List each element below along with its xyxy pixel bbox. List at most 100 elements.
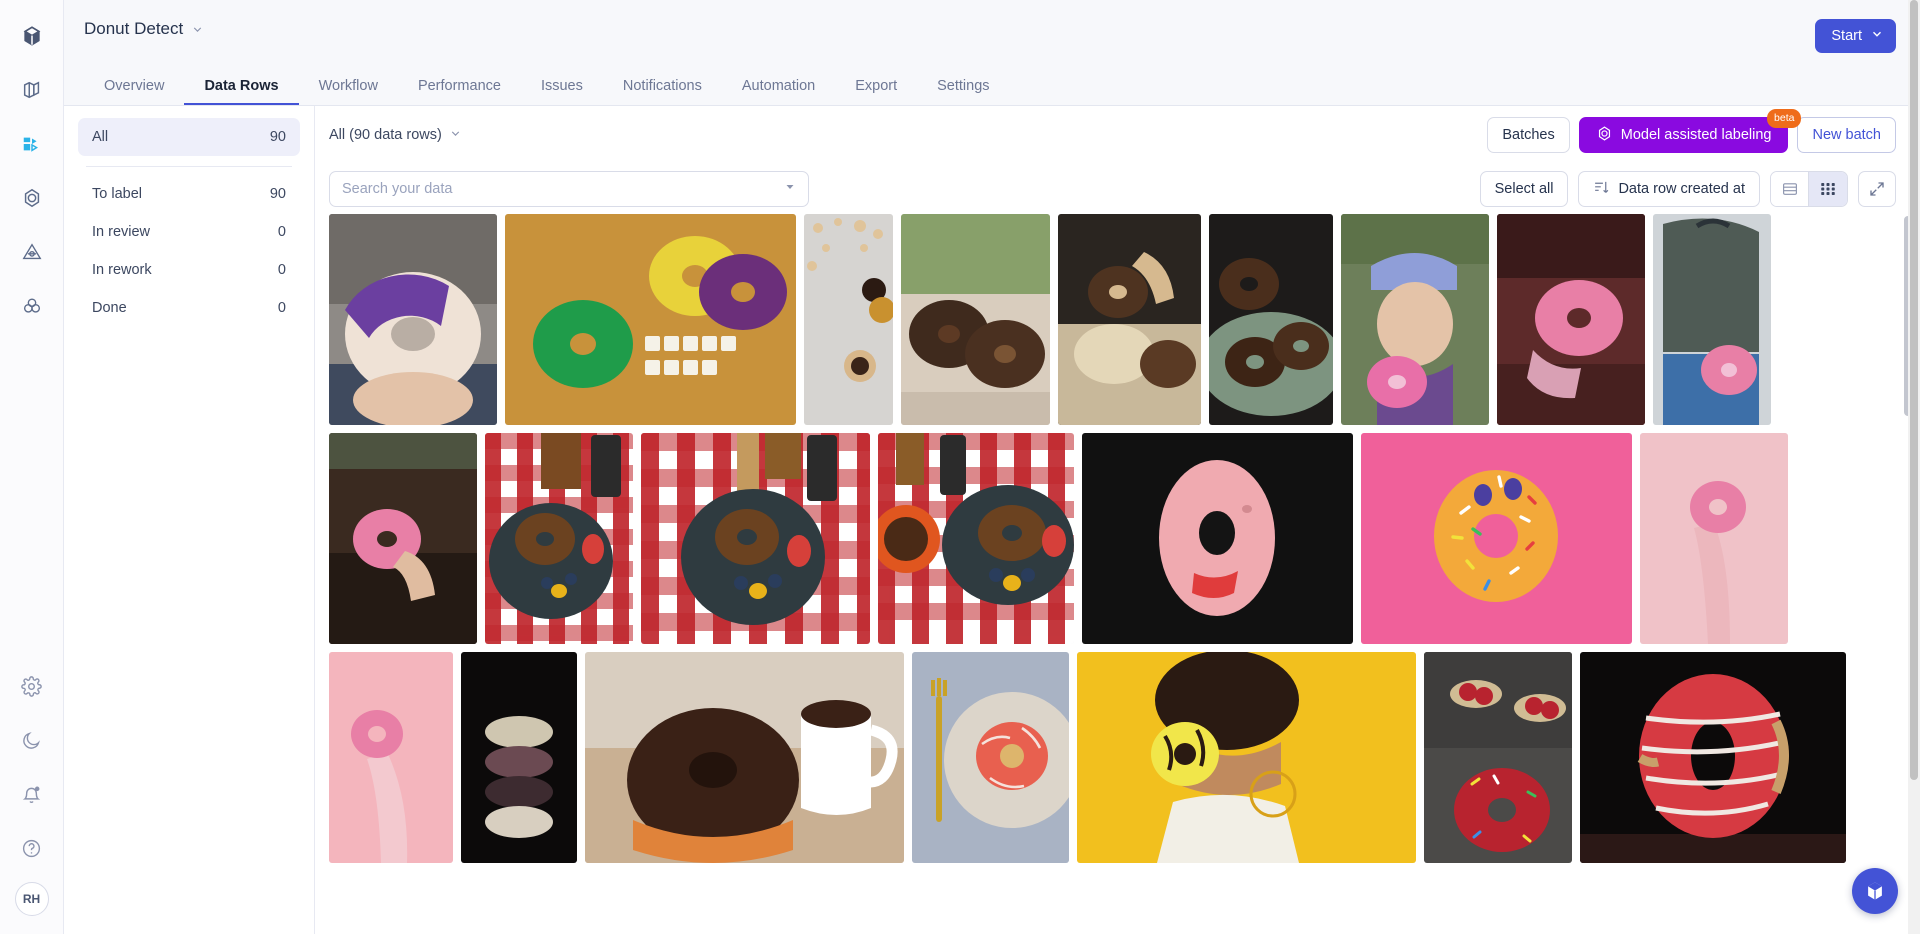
toolbar-primary: All (90 data rows) Batches Model assiste… [315, 106, 1920, 164]
filter-item-done[interactable]: Done 0 [78, 289, 300, 327]
model-assisted-labeling-label: Model assisted labeling [1620, 127, 1772, 143]
data-row-thumbnail[interactable] [641, 433, 870, 644]
cube-logo-icon[interactable] [12, 16, 52, 56]
app-header: Donut Detect Start [64, 0, 1920, 68]
page-scrollbar[interactable] [1908, 0, 1920, 934]
project-selector[interactable]: Donut Detect [80, 0, 204, 58]
tab-bar: Overview Data Rows Workflow Performance … [64, 68, 1920, 106]
filter-label: All [92, 129, 109, 145]
data-row-thumbnail[interactable] [461, 652, 577, 863]
filter-label: In rework [92, 262, 152, 278]
avatar[interactable]: RH [14, 882, 49, 916]
toolbar-secondary: Select all Data row created at [315, 164, 1920, 214]
filter-count: 90 [269, 129, 286, 145]
data-row-thumbnail[interactable] [329, 214, 497, 425]
data-row-thumbnail[interactable] [1082, 433, 1353, 644]
data-row-thumbnail[interactable] [505, 214, 796, 425]
view-toggle-group [1770, 171, 1848, 207]
filter-label: To label [92, 186, 142, 202]
tab-export[interactable]: Export [835, 68, 917, 105]
main-column: Donut Detect Start Overview Data Rows Wo… [64, 0, 1920, 934]
diagnostics-icon[interactable] [12, 232, 52, 272]
help-widget-button[interactable] [1852, 868, 1898, 914]
expand-icon[interactable] [1858, 171, 1896, 207]
tab-automation[interactable]: Automation [722, 68, 835, 105]
data-row-thumbnail[interactable] [329, 652, 453, 863]
grid-row [329, 214, 1894, 425]
help-circle-icon[interactable] [12, 828, 52, 868]
filter-count: 90 [269, 186, 286, 202]
filter-count: 0 [277, 224, 286, 240]
left-rail: RH [0, 0, 64, 934]
data-row-thumbnail[interactable] [1424, 652, 1572, 863]
data-row-thumbnail[interactable] [804, 214, 893, 425]
data-row-thumbnail[interactable] [1058, 214, 1201, 425]
filter-count: 0 [277, 262, 286, 278]
tab-overview[interactable]: Overview [84, 68, 184, 105]
grid-row [329, 652, 1894, 863]
filter-sidebar: All 90 To label 90 In review 0 In rework… [64, 106, 315, 934]
data-row-thumbnail[interactable] [485, 433, 633, 644]
page-body: All 90 To label 90 In review 0 In rework… [64, 106, 1920, 934]
data-row-thumbnail[interactable] [1580, 652, 1846, 863]
data-row-thumbnail[interactable] [1640, 433, 1788, 644]
data-row-thumbnail[interactable] [1077, 652, 1416, 863]
chevron-down-icon [1870, 27, 1884, 45]
tab-performance[interactable]: Performance [398, 68, 521, 105]
tab-settings[interactable]: Settings [917, 68, 1009, 105]
data-row-thumbnail[interactable] [1361, 433, 1632, 644]
data-rows-selector-label: All (90 data rows) [329, 127, 442, 143]
new-batch-button[interactable]: New batch [1797, 117, 1896, 153]
filter-label: Done [92, 300, 127, 316]
data-rows-grid-wrapper [315, 214, 1920, 934]
tab-workflow[interactable]: Workflow [299, 68, 398, 105]
filter-count: 0 [277, 300, 286, 316]
model-icon[interactable] [12, 178, 52, 218]
filter-item-in-review[interactable]: In review 0 [78, 213, 300, 251]
tab-issues[interactable]: Issues [521, 68, 603, 105]
data-row-thumbnail[interactable] [878, 433, 1074, 644]
data-row-thumbnail[interactable] [585, 652, 904, 863]
page-title: Donut Detect [84, 19, 184, 38]
search-input[interactable] [342, 181, 778, 197]
page-scrollbar-thumb[interactable] [1910, 0, 1918, 780]
sort-button-label: Data row created at [1618, 181, 1745, 197]
filter-item-all[interactable]: All 90 [78, 118, 300, 156]
start-button[interactable]: Start [1815, 19, 1896, 53]
gear-icon[interactable] [12, 666, 52, 706]
search-field[interactable] [329, 171, 809, 207]
bell-icon[interactable] [12, 774, 52, 814]
chevron-down-icon [449, 127, 462, 144]
chevron-down-icon [191, 23, 204, 36]
annotate-icon[interactable] [12, 124, 52, 164]
grid-view-icon[interactable] [1809, 172, 1847, 206]
model-icon [1596, 125, 1613, 146]
chevron-down-icon[interactable] [784, 180, 796, 198]
grid-row [329, 433, 1894, 644]
moon-icon[interactable] [12, 720, 52, 760]
filter-item-to-label[interactable]: To label 90 [78, 175, 300, 213]
status-badge: beta [1767, 109, 1802, 128]
data-rows-content: All (90 data rows) Batches Model assiste… [315, 106, 1920, 934]
tab-data-rows[interactable]: Data Rows [184, 68, 299, 105]
data-rows-grid [329, 214, 1920, 863]
list-view-icon[interactable] [1771, 172, 1809, 206]
divider [86, 166, 292, 167]
data-row-thumbnail[interactable] [329, 433, 477, 644]
filter-label: In review [92, 224, 151, 240]
data-row-thumbnail[interactable] [1209, 214, 1333, 425]
data-row-thumbnail[interactable] [1341, 214, 1489, 425]
data-row-thumbnail[interactable] [1653, 214, 1771, 425]
tab-notifications[interactable]: Notifications [603, 68, 722, 105]
select-all-button[interactable]: Select all [1479, 171, 1569, 207]
data-row-thumbnail[interactable] [901, 214, 1050, 425]
data-row-thumbnail[interactable] [1497, 214, 1645, 425]
catalog-icon[interactable] [12, 70, 52, 110]
data-rows-selector[interactable]: All (90 data rows) [329, 127, 462, 144]
batches-button[interactable]: Batches [1487, 117, 1570, 153]
sort-button[interactable]: Data row created at [1578, 171, 1760, 207]
model-assisted-labeling-button[interactable]: Model assisted labeling beta [1578, 109, 1802, 153]
data-row-thumbnail[interactable] [912, 652, 1069, 863]
data-icon[interactable] [12, 286, 52, 326]
filter-item-in-rework[interactable]: In rework 0 [78, 251, 300, 289]
